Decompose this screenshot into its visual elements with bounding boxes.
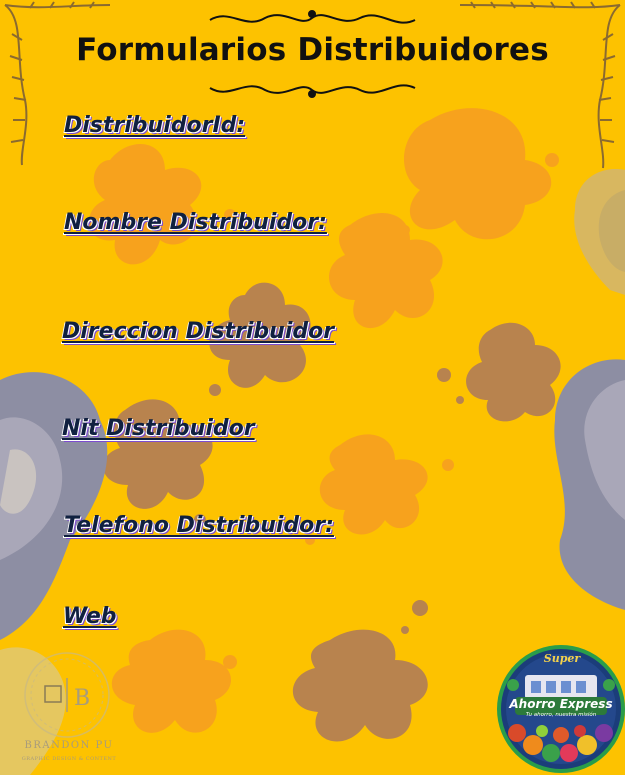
brand-watermark-logo: B — [24, 652, 110, 738]
orange-splash-center — [328, 213, 443, 329]
field-label-distribuidor-id: DistribuidorId: — [64, 113, 246, 138]
brand-name: BRANDON PU — [24, 740, 114, 751]
brand-monogram: B — [74, 686, 90, 711]
field-label-direccion-distribuidor: Direccion Distribuidor — [62, 319, 335, 344]
brown-splash-bottom — [292, 600, 428, 742]
smoke-left — [0, 372, 108, 640]
smoke-top-right — [574, 169, 625, 295]
field-label-telefono-distribuidor: Telefono Distribuidor: — [64, 513, 334, 538]
orange-splash-top-right — [400, 108, 559, 240]
field-label-nombre-distribuidor: Nombre Distribuidor: — [64, 210, 327, 235]
field-label-web: Web — [63, 604, 117, 629]
smoke-right — [554, 359, 625, 610]
logo-tagline: Tu ahorro, nuestra misión — [525, 712, 597, 718]
vine-ornament-top-left — [4, 1, 111, 166]
brand-tagline: GRAPHIC DESIGN & CONTENT — [21, 756, 117, 762]
form-canvas: Formularios Distribuidores DistribuidorI… — [0, 0, 625, 775]
scroll-divider-bottom — [209, 84, 416, 98]
page-title: Formularios Distribuidores — [76, 32, 549, 68]
orange-splash-upper-left — [88, 143, 236, 265]
logo-name: Ahorro Express — [509, 697, 613, 711]
logo-prefix: Super — [543, 652, 581, 665]
brown-splash-right — [437, 322, 561, 422]
scroll-divider-top — [209, 10, 416, 24]
field-label-nit-distribuidor: Nit Distribuidor — [62, 416, 255, 441]
